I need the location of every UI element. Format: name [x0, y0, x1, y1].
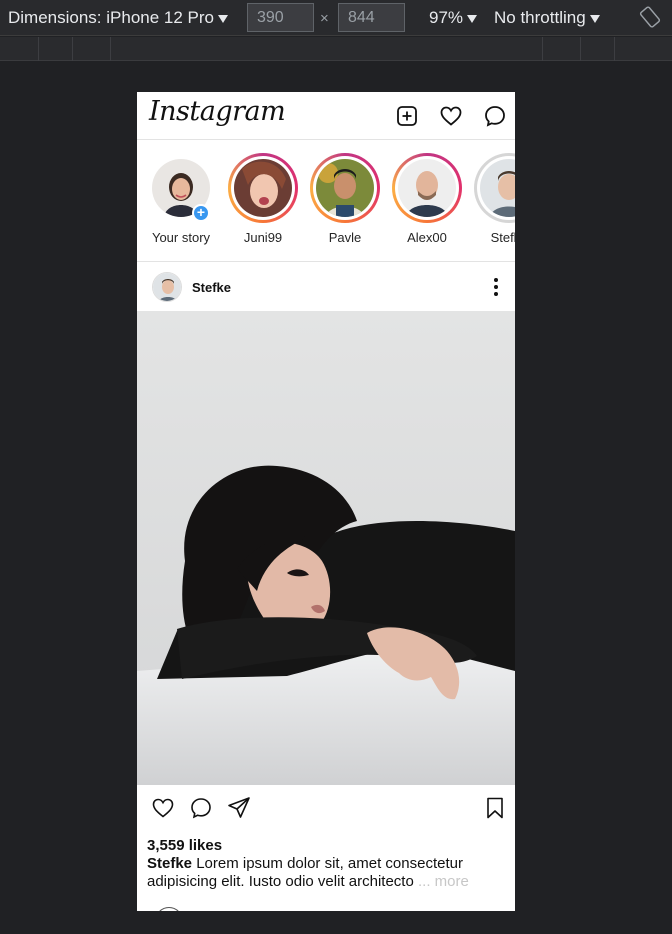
avatar — [155, 907, 183, 911]
story-label: Alex00 — [407, 230, 447, 245]
add-story-icon[interactable]: + — [192, 204, 210, 222]
avatar — [480, 159, 515, 217]
story-label: Pavle — [328, 230, 362, 245]
new-post-icon[interactable] — [395, 104, 419, 128]
chevron-down-icon — [467, 14, 478, 23]
chevron-down-icon — [589, 14, 600, 23]
heart-icon[interactable] — [439, 104, 463, 128]
times-separator: × — [320, 10, 329, 27]
comment-icon[interactable] — [189, 796, 213, 820]
story-alex00[interactable]: Alex00 — [391, 153, 463, 245]
throttling-selector[interactable]: No throttling — [494, 8, 600, 28]
post-image[interactable] — [137, 311, 515, 785]
likes-count[interactable]: 3,559 likes — [147, 837, 222, 854]
chevron-down-icon — [218, 14, 229, 23]
device-toolbar: Dimensions: iPhone 12 Pro × 97% No throt… — [0, 0, 672, 36]
instagram-logo[interactable]: Instagram — [149, 96, 286, 127]
height-input[interactable] — [338, 3, 405, 32]
device-selector[interactable]: Dimensions: iPhone 12 Pro — [8, 8, 229, 28]
story-juni99[interactable]: Juni99 — [227, 153, 299, 245]
device-selector-label: Dimensions: iPhone 12 Pro — [8, 8, 215, 27]
more-options-icon[interactable] — [491, 277, 501, 297]
post-caption: Stefke Lorem ipsum dolor sit, amet conse… — [147, 855, 497, 891]
width-input[interactable] — [247, 3, 314, 32]
post-header: Stefke — [137, 263, 515, 311]
zoom-selector[interactable]: 97% — [429, 8, 478, 28]
bookmark-icon[interactable] — [483, 796, 507, 820]
throttling-value: No throttling — [494, 8, 586, 27]
story-label: Stefke — [490, 230, 515, 245]
like-icon[interactable] — [151, 796, 175, 820]
story-your-story[interactable]: + Your story — [145, 153, 217, 245]
share-icon[interactable] — [227, 796, 251, 820]
avatar — [234, 159, 292, 217]
rotate-icon[interactable] — [639, 6, 661, 28]
device-viewport: Instagram + Your story Juni99 Pavle Alex… — [137, 92, 515, 911]
more-link[interactable]: ... more — [414, 873, 469, 890]
post-author-name[interactable]: Stefke — [192, 280, 231, 295]
avatar — [398, 159, 456, 217]
messenger-icon[interactable] — [483, 104, 507, 128]
story-label: Your story — [151, 230, 211, 245]
stories-bar: + Your story Juni99 Pavle Alex00 Stefk — [137, 141, 515, 262]
media-query-ruler — [0, 37, 672, 61]
story-label: Juni99 — [243, 230, 283, 245]
caption-author[interactable]: Stefke — [147, 855, 192, 872]
story-stefke[interactable]: Stefke — [473, 153, 515, 245]
story-pavle[interactable]: Pavle — [309, 153, 381, 245]
post-author-avatar[interactable] — [152, 272, 182, 302]
zoom-value: 97% — [429, 8, 464, 27]
app-header: Instagram — [137, 92, 515, 140]
post-actions — [137, 785, 515, 831]
avatar — [316, 159, 374, 217]
